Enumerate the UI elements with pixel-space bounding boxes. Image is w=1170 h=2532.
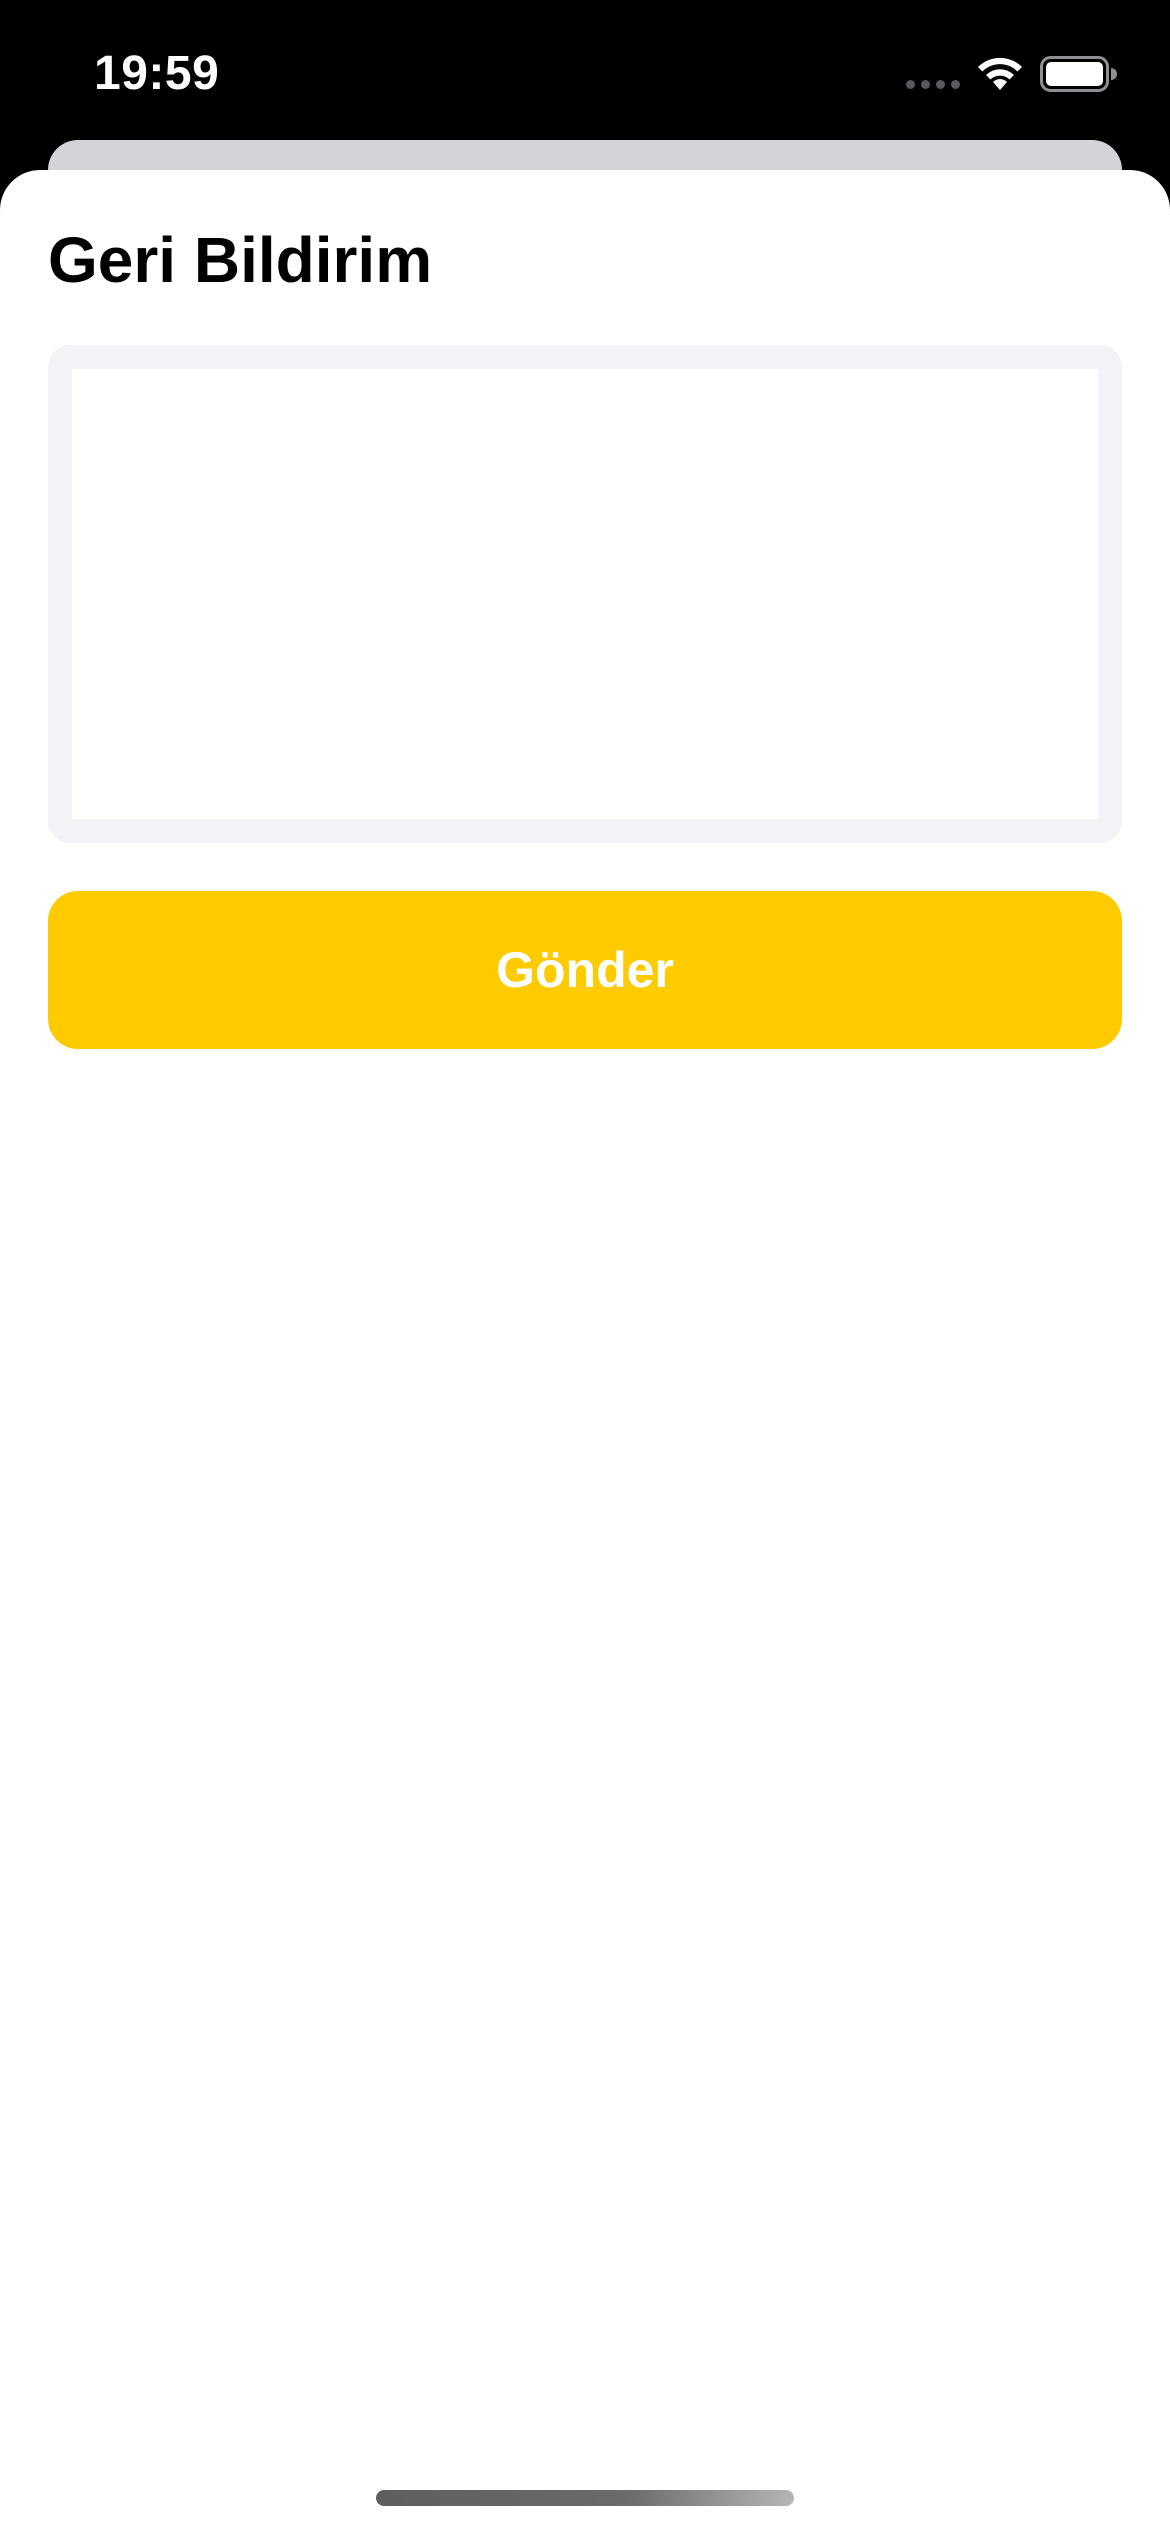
sheet-title: Geri Bildirim [48, 224, 433, 296]
submit-button[interactable]: Gönder [48, 891, 1122, 1049]
wifi-icon [978, 57, 1022, 90]
cellular-signal-icon [906, 80, 960, 90]
feedback-input[interactable] [72, 369, 1098, 819]
feedback-field-container [48, 345, 1122, 843]
feedback-sheet: Geri Bildirim Gönder [0, 170, 1170, 2532]
home-indicator[interactable] [376, 2490, 794, 2506]
screen: 19:59 Geri Bildirim Gönder [0, 0, 1170, 2532]
battery-icon [1040, 56, 1117, 92]
status-time: 19:59 [94, 47, 220, 100]
status-bar: 19:59 [0, 0, 1170, 140]
